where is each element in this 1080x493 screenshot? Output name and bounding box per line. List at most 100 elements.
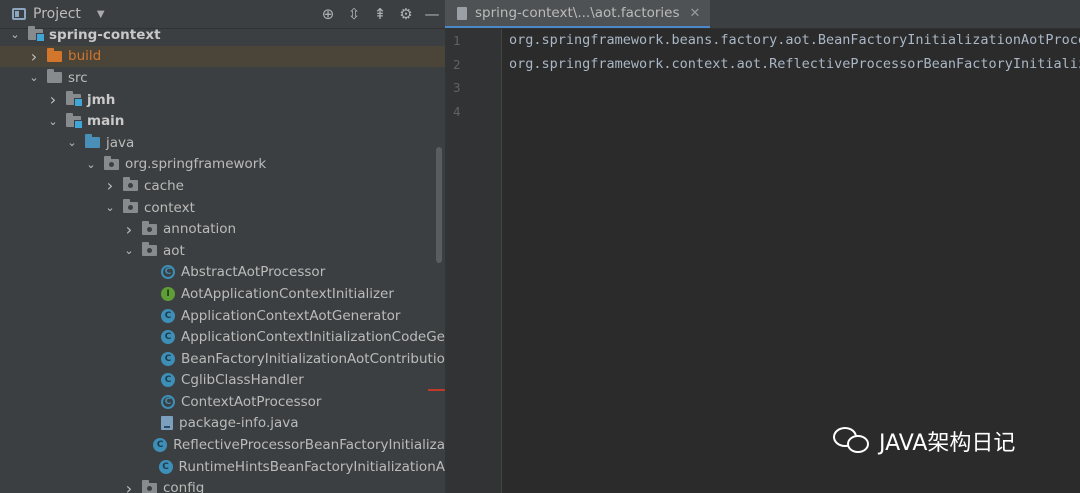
expand-all-icon[interactable]: ⇳	[341, 5, 367, 23]
tab-label: spring-context\...\aot.factories	[475, 5, 680, 21]
class-icon: C	[158, 459, 173, 474]
watermark-text: JAVA架构日记	[879, 431, 1016, 456]
chevron-down-icon[interactable]: ⌄	[122, 244, 136, 257]
wechat-icon	[833, 425, 873, 457]
tree-item-label: config	[163, 480, 205, 493]
class-icon: C	[161, 330, 175, 345]
chevron-down-icon[interactable]: ⌄	[103, 201, 117, 214]
tree-item[interactable]: C ContextAotProcessor	[0, 391, 445, 413]
tree-item[interactable]: ⌄ src	[0, 67, 445, 89]
tree-item[interactable]: ⌄ main	[0, 110, 445, 132]
chevron-down-icon[interactable]: ⌄	[84, 158, 98, 171]
tree-item-label: package-info.java	[179, 415, 299, 432]
tree-item[interactable]: › annotation	[0, 218, 445, 240]
locate-icon[interactable]: ⊕	[315, 5, 341, 23]
line-number: 2	[453, 56, 461, 72]
tree-item-label: build	[68, 48, 102, 65]
tree-item[interactable]: › build	[0, 45, 445, 68]
tree-item[interactable]: C ApplicationContextInitializationCodeGe	[0, 326, 445, 348]
package-icon	[142, 220, 157, 235]
class-icon: C	[153, 438, 168, 453]
excluded-folder-icon	[47, 47, 62, 62]
line-number-gutter: 1 2 3 4	[445, 29, 502, 493]
class-icon: C	[161, 308, 175, 323]
file-icon	[457, 6, 467, 20]
package-icon	[142, 479, 157, 493]
editor-panel: spring-context\...\aot.factories ✕ 1234 …	[445, 0, 1080, 493]
chevron-right-icon[interactable]: ›	[103, 176, 117, 195]
tree-item[interactable]: › config	[0, 477, 445, 493]
minimize-icon[interactable]: —	[419, 5, 445, 23]
chevron-down-icon[interactable]: ▼	[97, 9, 105, 20]
interface-icon: I	[161, 286, 175, 301]
tree-item-label: org.springframework	[125, 156, 267, 173]
line-number: 4	[453, 103, 461, 119]
abstract-class-icon: C	[161, 265, 175, 280]
project-icon	[12, 8, 26, 20]
tree-item[interactable]: ⌄ spring-context	[0, 24, 445, 46]
gear-icon[interactable]: ⚙	[393, 5, 419, 23]
chevron-right-icon[interactable]: ›	[46, 90, 60, 109]
tree-item-label: main	[87, 113, 125, 130]
code-area[interactable]: org.springframework.beans.factory.aot.Be…	[509, 29, 1080, 123]
code-line[interactable]: org.springframework.beans.factory.aot.Be…	[509, 29, 1080, 53]
chevron-down-icon[interactable]: ⌄	[8, 28, 22, 41]
package-icon	[142, 242, 157, 257]
project-panel: Project ▼ ⊕ ⇳ ⇞ ⚙ — ⌄ spring-context › buil…	[0, 0, 445, 493]
source-root-icon	[85, 134, 100, 149]
project-panel-title[interactable]: Project	[33, 6, 81, 22]
project-tree: ⌄ spring-context › build ⌄ src › jmh ⌄ main ⌄ java ⌄…	[0, 24, 445, 493]
tree-item[interactable]: › cache	[0, 175, 445, 197]
chevron-down-icon[interactable]: ⌄	[65, 136, 79, 149]
tree-item-label: ReflectiveProcessorBeanFactoryInitializa	[173, 437, 445, 454]
tree-item[interactable]: I AotApplicationContextInitializer	[0, 283, 445, 305]
tree-item[interactable]: ⌄ context	[0, 197, 445, 219]
tree-item[interactable]: C BeanFactoryInitializationAotContributio	[0, 348, 445, 370]
error-marker	[428, 389, 445, 391]
package-icon	[123, 199, 138, 214]
chevron-down-icon[interactable]: ⌄	[46, 115, 60, 128]
chevron-right-icon[interactable]: ›	[27, 47, 41, 66]
tree-item[interactable]: ⌄ aot	[0, 240, 445, 262]
tree-item[interactable]: › jmh	[0, 89, 445, 111]
tree-item[interactable]: C ReflectiveProcessorBeanFactoryInitializ…	[0, 434, 445, 456]
tree-item[interactable]: package-info.java	[0, 413, 445, 435]
class-icon: C	[161, 351, 175, 366]
tree-item-label: spring-context	[49, 26, 161, 43]
abstract-class-icon: C	[161, 394, 175, 409]
code-line[interactable]: org.springframework.context.aot.Reflecti…	[509, 53, 1080, 77]
tree-item-label: src	[68, 69, 88, 86]
tab-aot-factories[interactable]: spring-context\...\aot.factories ✕	[445, 0, 711, 28]
java-file-icon	[161, 416, 173, 431]
close-icon[interactable]: ✕	[690, 6, 701, 21]
module-folder-icon	[28, 26, 45, 43]
tree-item-label: BeanFactoryInitializationAotContributio	[181, 350, 445, 367]
chevron-right-icon[interactable]: ›	[122, 220, 136, 239]
folder-icon	[47, 69, 62, 84]
tree-item[interactable]: C ApplicationContextAotGenerator	[0, 305, 445, 327]
editor-tab-bar: spring-context\...\aot.factories ✕	[445, 0, 1080, 29]
code-line[interactable]	[509, 76, 1080, 100]
tree-item[interactable]: C CglibClassHandler	[0, 370, 445, 392]
tree-item-label: jmh	[87, 91, 116, 108]
tree-item[interactable]: ⌄ java	[0, 132, 445, 154]
tree-item-label: annotation	[163, 221, 237, 238]
tree-item-label: ContextAotProcessor	[181, 393, 322, 410]
chevron-right-icon[interactable]: ›	[122, 479, 136, 493]
class-icon: C	[161, 373, 175, 388]
collapse-all-icon[interactable]: ⇞	[367, 5, 393, 23]
tree-scrollbar[interactable]	[436, 147, 442, 263]
code-line[interactable]	[509, 100, 1080, 124]
package-icon	[104, 155, 119, 170]
tree-item-label: ApplicationContextInitializationCodeGe	[181, 329, 445, 346]
tree-item-label: aot	[163, 242, 185, 259]
tree-item-label: AbstractAotProcessor	[181, 264, 326, 281]
tree-item[interactable]: C RuntimeHintsBeanFactoryInitializationA	[0, 456, 445, 478]
module-folder-icon	[66, 112, 83, 129]
tree-item-label: CglibClassHandler	[181, 372, 304, 389]
tree-item[interactable]: C AbstractAotProcessor	[0, 262, 445, 284]
tree-item-label: AotApplicationContextInitializer	[181, 285, 394, 302]
tree-item[interactable]: ⌄ org.springframework	[0, 154, 445, 176]
watermark: JAVA架构日记	[833, 425, 1015, 457]
chevron-down-icon[interactable]: ⌄	[27, 71, 41, 84]
